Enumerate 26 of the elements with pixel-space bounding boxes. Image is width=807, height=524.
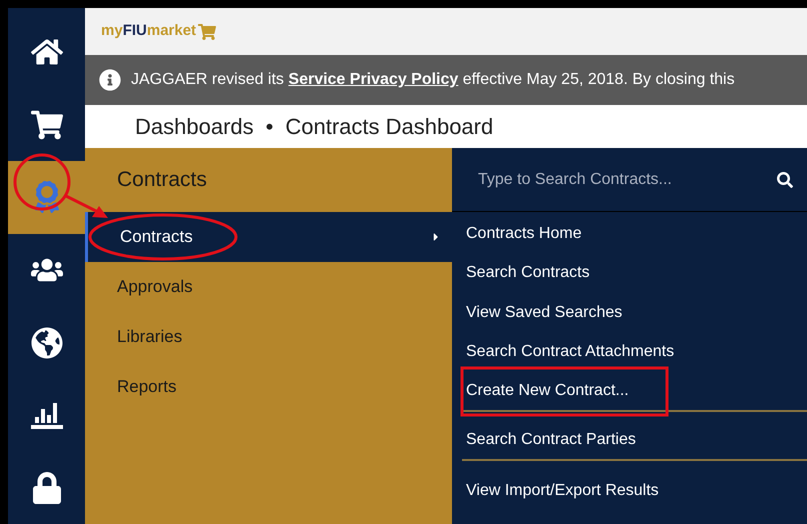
menu-title: Contracts [117, 167, 207, 194]
lock-icon [30, 472, 62, 504]
search-icon[interactable] [777, 172, 793, 188]
cart-icon [198, 22, 216, 40]
menu-item[interactable]: Reports [85, 362, 452, 412]
submenu-item[interactable]: Contracts Home [462, 222, 582, 246]
notice-text: JAGGAER revised its Service Privacy Policy effective May 25, 2018. By closing this [131, 70, 735, 90]
menu-item[interactable]: Libraries [85, 312, 452, 362]
search-field[interactable]: Type to Search Contracts... [478, 168, 777, 192]
submenu-item[interactable]: View Import/Export Results [462, 478, 659, 503]
menu-item[interactable]: Approvals [85, 262, 452, 312]
info-icon [99, 69, 121, 91]
cart-icon [30, 108, 62, 141]
breadcrumb-item[interactable]: Contracts Dashboard [285, 116, 494, 138]
submenu-item[interactable]: Create New Contract... [462, 378, 629, 403]
submenu-item[interactable]: Search Contracts [462, 261, 590, 286]
submenu-item[interactable]: Search Contract Parties [462, 428, 636, 452]
privacy-policy-link[interactable]: Service Privacy Policy [288, 71, 458, 88]
submenu-item[interactable]: Search Contract Attachments [462, 340, 674, 364]
menu-item[interactable]: Contracts [85, 212, 452, 262]
annotation-circle [14, 154, 70, 210]
annotation-arrow [65, 194, 108, 218]
logo[interactable]: myFIUmarket [101, 20, 216, 43]
breadcrumb-separator: • [266, 116, 274, 138]
submenu-item[interactable]: View Saved Searches [462, 300, 622, 325]
breadcrumb-item[interactable]: Dashboards [135, 116, 254, 138]
